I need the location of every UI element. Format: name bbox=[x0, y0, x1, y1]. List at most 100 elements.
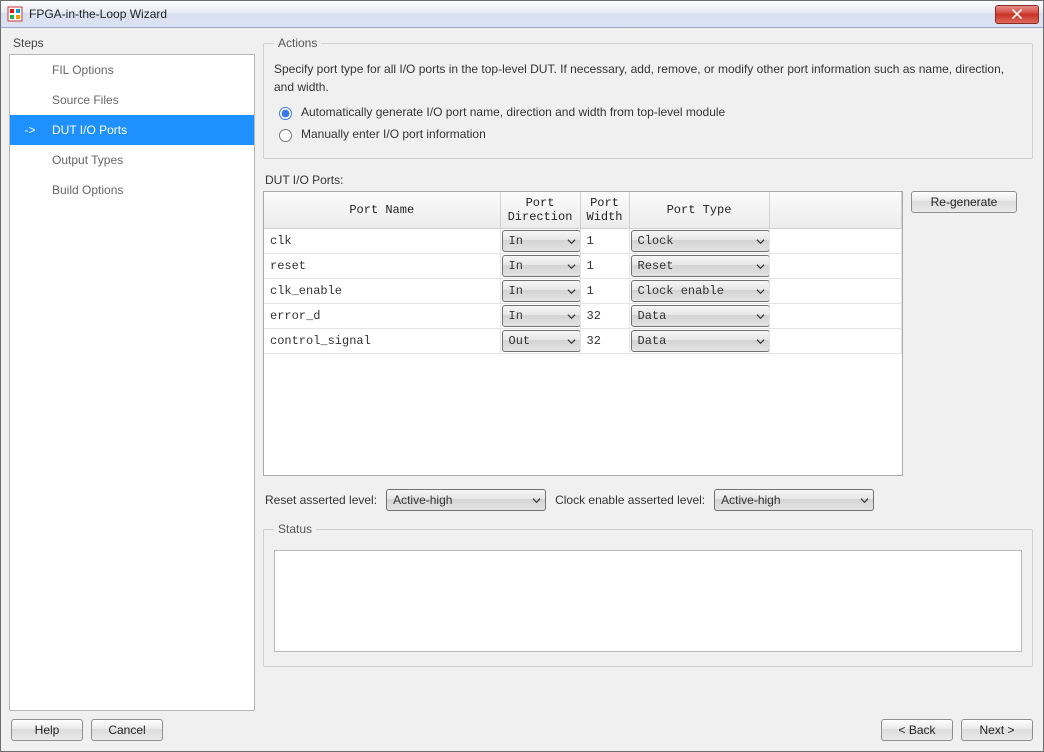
port-type-select[interactable]: Clock enable bbox=[631, 280, 770, 302]
table-row: clk_enableIn1Clock enable bbox=[264, 279, 902, 304]
app-icon bbox=[7, 6, 23, 22]
chevron-down-icon bbox=[756, 312, 765, 321]
port-direction-select[interactable]: In bbox=[502, 280, 581, 302]
port-direction-cell: In bbox=[500, 254, 580, 279]
port-direction-cell: In bbox=[500, 229, 580, 254]
port-type-cell: Reset bbox=[629, 254, 769, 279]
actions-legend: Actions bbox=[274, 36, 321, 50]
port-width-cell[interactable]: 32 bbox=[580, 329, 629, 354]
table-row: error_dIn32Data bbox=[264, 304, 902, 329]
active-step-marker: -> bbox=[22, 123, 38, 137]
steps-list: FIL Options Source Files -> DUT I/O Port… bbox=[9, 54, 255, 711]
port-direction-select[interactable]: In bbox=[502, 305, 581, 327]
row-spacer bbox=[769, 279, 902, 304]
footer: Help Cancel < Back Next > bbox=[1, 711, 1043, 751]
next-button[interactable]: Next > bbox=[961, 719, 1033, 741]
chevron-down-icon bbox=[567, 237, 576, 246]
row-spacer bbox=[769, 329, 902, 354]
col-port-direction[interactable]: Port Direction bbox=[500, 192, 580, 229]
radio-auto-generate[interactable]: Automatically generate I/O port name, di… bbox=[274, 104, 1022, 120]
window-title: FPGA-in-the-Loop Wizard bbox=[29, 7, 167, 21]
chevron-down-icon bbox=[756, 237, 765, 246]
radio-manual-entry-input[interactable] bbox=[279, 129, 292, 142]
port-type-cell: Clock enable bbox=[629, 279, 769, 304]
status-group: Status bbox=[263, 522, 1033, 667]
port-direction-cell: In bbox=[500, 304, 580, 329]
regenerate-button[interactable]: Re-generate bbox=[911, 191, 1017, 213]
titlebar: FPGA-in-the-Loop Wizard bbox=[1, 1, 1043, 28]
radio-manual-entry[interactable]: Manually enter I/O port information bbox=[274, 126, 1022, 142]
port-name-cell[interactable]: error_d bbox=[264, 304, 500, 329]
col-port-type[interactable]: Port Type bbox=[629, 192, 769, 229]
port-name-cell[interactable]: reset bbox=[264, 254, 500, 279]
clock-enable-asserted-select[interactable]: Active-high bbox=[714, 489, 874, 511]
reset-asserted-value: Active-high bbox=[393, 493, 452, 507]
right-panel: Actions Specify port type for all I/O po… bbox=[263, 28, 1043, 711]
port-width-cell[interactable]: 1 bbox=[580, 254, 629, 279]
port-type-cell: Data bbox=[629, 329, 769, 354]
table-row: resetIn1Reset bbox=[264, 254, 902, 279]
chevron-down-icon bbox=[756, 337, 765, 346]
col-port-width[interactable]: Port Width bbox=[580, 192, 629, 229]
port-type-select[interactable]: Data bbox=[631, 330, 770, 352]
chevron-down-icon bbox=[860, 496, 869, 505]
col-spacer bbox=[769, 192, 902, 229]
port-type-select[interactable]: Reset bbox=[631, 255, 770, 277]
steps-label: Steps bbox=[9, 34, 263, 54]
step-label: DUT I/O Ports bbox=[52, 123, 127, 137]
step-label: Output Types bbox=[52, 153, 123, 167]
port-direction-select[interactable]: In bbox=[502, 230, 581, 252]
close-icon bbox=[1012, 9, 1022, 19]
port-direction-select[interactable]: Out bbox=[502, 330, 581, 352]
port-type-cell: Data bbox=[629, 304, 769, 329]
table-header-row: Port Name Port Direction Port Width Port… bbox=[264, 192, 902, 229]
bottom-options: Reset asserted level: Active-high Clock … bbox=[265, 488, 1033, 512]
steps-panel: Steps FIL Options Source Files -> DUT I/… bbox=[1, 28, 263, 711]
step-output-types[interactable]: Output Types bbox=[10, 145, 254, 175]
ports-section-label: DUT I/O Ports: bbox=[265, 173, 1033, 187]
reset-asserted-select[interactable]: Active-high bbox=[386, 489, 546, 511]
chevron-down-icon bbox=[567, 287, 576, 296]
step-label: FIL Options bbox=[52, 63, 114, 77]
row-spacer bbox=[769, 304, 902, 329]
close-button[interactable] bbox=[995, 5, 1039, 24]
step-fil-options[interactable]: FIL Options bbox=[10, 55, 254, 85]
port-name-cell[interactable]: control_signal bbox=[264, 329, 500, 354]
row-spacer bbox=[769, 254, 902, 279]
port-width-cell[interactable]: 1 bbox=[580, 229, 629, 254]
port-direction-select[interactable]: In bbox=[502, 255, 581, 277]
back-button[interactable]: < Back bbox=[881, 719, 953, 741]
row-spacer bbox=[769, 229, 902, 254]
status-text-area[interactable] bbox=[274, 550, 1022, 652]
port-width-cell[interactable]: 1 bbox=[580, 279, 629, 304]
table-row: control_signalOut32Data bbox=[264, 329, 902, 354]
clock-enable-asserted-value: Active-high bbox=[721, 493, 780, 507]
wizard-window: FPGA-in-the-Loop Wizard Steps FIL Option… bbox=[0, 0, 1044, 752]
clock-enable-asserted-label: Clock enable asserted level: bbox=[555, 493, 705, 507]
table-row: clkIn1Clock bbox=[264, 229, 902, 254]
port-type-select[interactable]: Clock bbox=[631, 230, 770, 252]
step-dut-io-ports[interactable]: -> DUT I/O Ports bbox=[10, 115, 254, 145]
radio-auto-generate-input[interactable] bbox=[279, 107, 292, 120]
port-name-cell[interactable]: clk bbox=[264, 229, 500, 254]
col-port-name[interactable]: Port Name bbox=[264, 192, 500, 229]
reset-asserted-label: Reset asserted level: bbox=[265, 493, 377, 507]
chevron-down-icon bbox=[567, 337, 576, 346]
step-label: Build Options bbox=[52, 183, 123, 197]
port-type-select[interactable]: Data bbox=[631, 305, 770, 327]
port-direction-cell: In bbox=[500, 279, 580, 304]
step-label: Source Files bbox=[52, 93, 119, 107]
actions-description: Specify port type for all I/O ports in t… bbox=[274, 60, 1022, 96]
step-source-files[interactable]: Source Files bbox=[10, 85, 254, 115]
port-type-cell: Clock bbox=[629, 229, 769, 254]
port-name-cell[interactable]: clk_enable bbox=[264, 279, 500, 304]
chevron-down-icon bbox=[756, 262, 765, 271]
chevron-down-icon bbox=[567, 312, 576, 321]
actions-group: Actions Specify port type for all I/O po… bbox=[263, 36, 1033, 159]
help-button[interactable]: Help bbox=[11, 719, 83, 741]
cancel-button[interactable]: Cancel bbox=[91, 719, 163, 741]
chevron-down-icon bbox=[532, 496, 541, 505]
ports-table: Port Name Port Direction Port Width Port… bbox=[263, 191, 903, 476]
step-build-options[interactable]: Build Options bbox=[10, 175, 254, 205]
port-width-cell[interactable]: 32 bbox=[580, 304, 629, 329]
